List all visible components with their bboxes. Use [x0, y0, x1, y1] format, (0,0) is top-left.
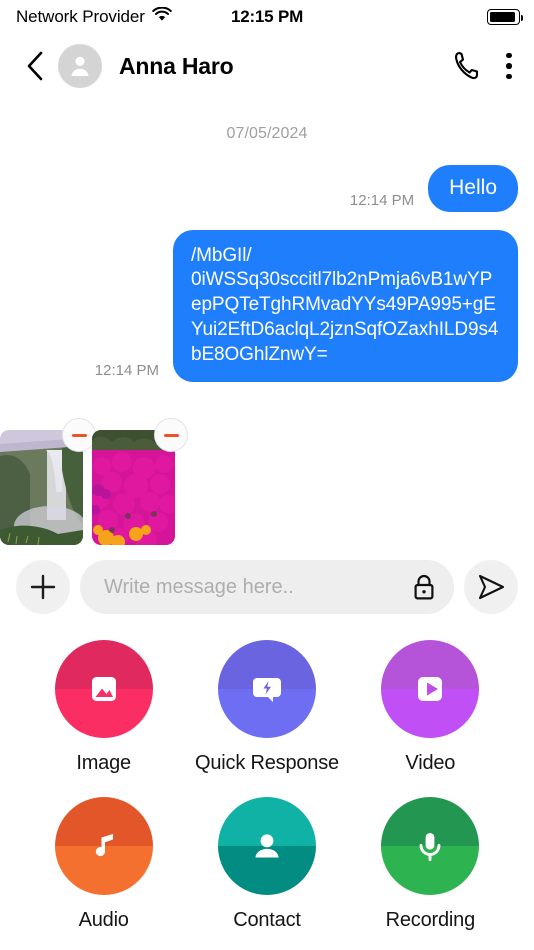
- action-contact-circle[interactable]: [217, 797, 316, 895]
- message-input[interactable]: [104, 575, 402, 599]
- action-video-label: Video: [405, 752, 456, 774]
- action-video-circle[interactable]: [381, 640, 480, 738]
- person-avatar-icon: [71, 56, 89, 76]
- message-bubble[interactable]: Hello: [428, 165, 518, 212]
- wifi-icon: [151, 6, 172, 27]
- video-play-icon: [418, 677, 443, 701]
- battery-icon: [487, 9, 524, 25]
- phone-icon: [455, 51, 479, 80]
- message-timestamp: 12:14 PM: [349, 191, 415, 209]
- action-recording[interactable]: Recording: [349, 797, 512, 932]
- plus-icon: [30, 574, 56, 600]
- minus-circle-icon: [163, 433, 179, 437]
- add-attachment-button[interactable]: [16, 560, 70, 614]
- music-note-icon: [95, 834, 113, 857]
- overflow-menu-button[interactable]: [506, 52, 512, 80]
- person-icon: [255, 834, 279, 858]
- action-recording-circle[interactable]: [381, 797, 480, 895]
- call-button[interactable]: [454, 51, 480, 81]
- action-audio-circle[interactable]: [54, 797, 153, 895]
- lightning-chat-icon: [252, 678, 281, 702]
- action-quick-response-circle[interactable]: [217, 640, 316, 738]
- attachment-item: [92, 418, 188, 546]
- chevron-left-icon: [27, 51, 43, 81]
- header-actions: [454, 51, 512, 81]
- status-bar-right: [487, 9, 524, 25]
- action-video[interactable]: Video: [349, 640, 512, 775]
- lock-icon: [414, 574, 434, 599]
- message-timestamp: 12:14 PM: [94, 362, 159, 380]
- carrier-label: Network Provider: [16, 7, 145, 26]
- message-row: 12:14 PM /MbGIl/ 0iWSSq30sccitl7lb2nPmja…: [16, 229, 518, 383]
- kebab-menu-icon: [506, 52, 512, 59]
- status-bar-left: Network Provider: [16, 6, 172, 27]
- message-bubble[interactable]: /MbGIl/ 0iWSSq30sccitl7lb2nPmja6vB1wYPep…: [173, 229, 518, 383]
- chat-header: Anna Haro: [0, 34, 534, 98]
- contact-name: Anna Haro: [119, 52, 234, 79]
- message-input-container[interactable]: [80, 560, 454, 614]
- action-quick-response[interactable]: Quick Response: [185, 640, 348, 775]
- action-contact[interactable]: Contact: [185, 797, 348, 932]
- chat-screen: Network Provider 12:15 PM Anna Haro 07/0…: [0, 0, 534, 950]
- send-paper-plane-icon: [478, 574, 505, 600]
- attachment-preview-list: [0, 418, 518, 546]
- action-contact-label: Contact: [233, 909, 301, 931]
- remove-attachment-button[interactable]: [154, 418, 188, 453]
- minus-circle-icon: [71, 433, 87, 437]
- message-composer: [0, 548, 534, 626]
- back-button[interactable]: [18, 49, 52, 83]
- remove-attachment-button[interactable]: [62, 418, 96, 453]
- avatar[interactable]: [58, 44, 102, 88]
- message-list: 07/05/2024 12:14 PM Hello 12:14 PM /MbGI…: [0, 98, 534, 548]
- action-recording-label: Recording: [385, 909, 476, 931]
- encryption-lock-button[interactable]: [412, 574, 436, 601]
- send-button[interactable]: [464, 560, 518, 614]
- action-image[interactable]: Image: [22, 640, 185, 775]
- status-bar: Network Provider 12:15 PM: [0, 0, 534, 34]
- attachment-action-sheet: Image Quick Response Video Audio Contact…: [0, 626, 534, 950]
- action-audio[interactable]: Audio: [22, 797, 185, 932]
- action-audio-label: Audio: [78, 909, 129, 931]
- action-image-circle[interactable]: [54, 640, 153, 738]
- attachment-item: [0, 418, 96, 546]
- photo-icon: [91, 677, 116, 701]
- action-image-label: Image: [76, 752, 131, 774]
- message-row: 12:14 PM Hello: [16, 165, 518, 212]
- microphone-icon: [419, 833, 441, 861]
- action-quick-response-label: Quick Response: [195, 752, 339, 774]
- date-separator: 07/05/2024: [226, 125, 308, 142]
